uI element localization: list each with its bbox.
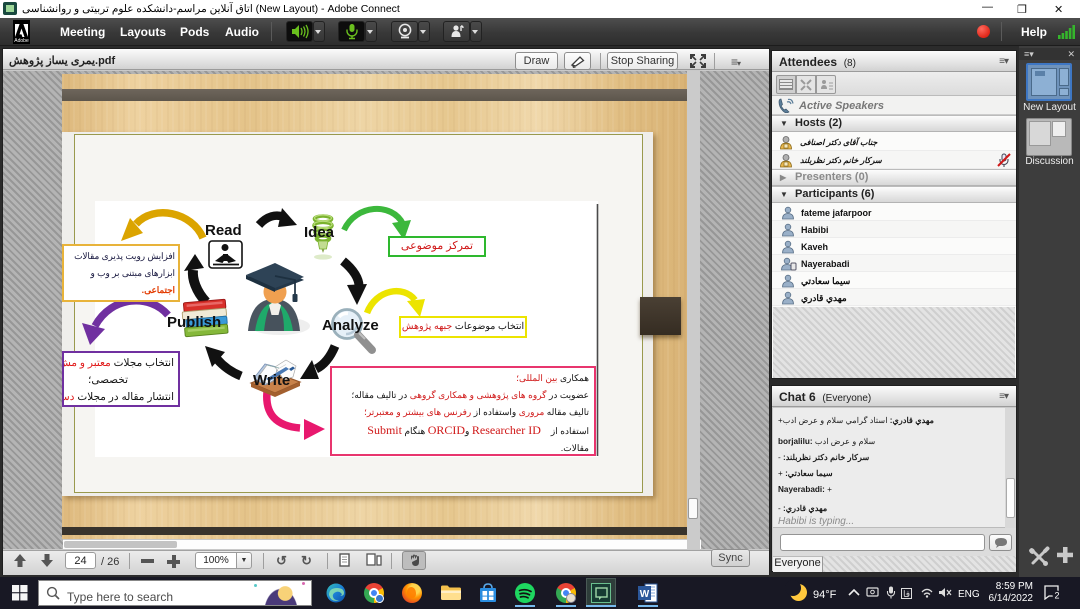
svg-text:2: 2: [1054, 591, 1059, 601]
svg-text:W: W: [640, 589, 650, 600]
svg-text:Adobe: Adobe: [14, 38, 29, 44]
